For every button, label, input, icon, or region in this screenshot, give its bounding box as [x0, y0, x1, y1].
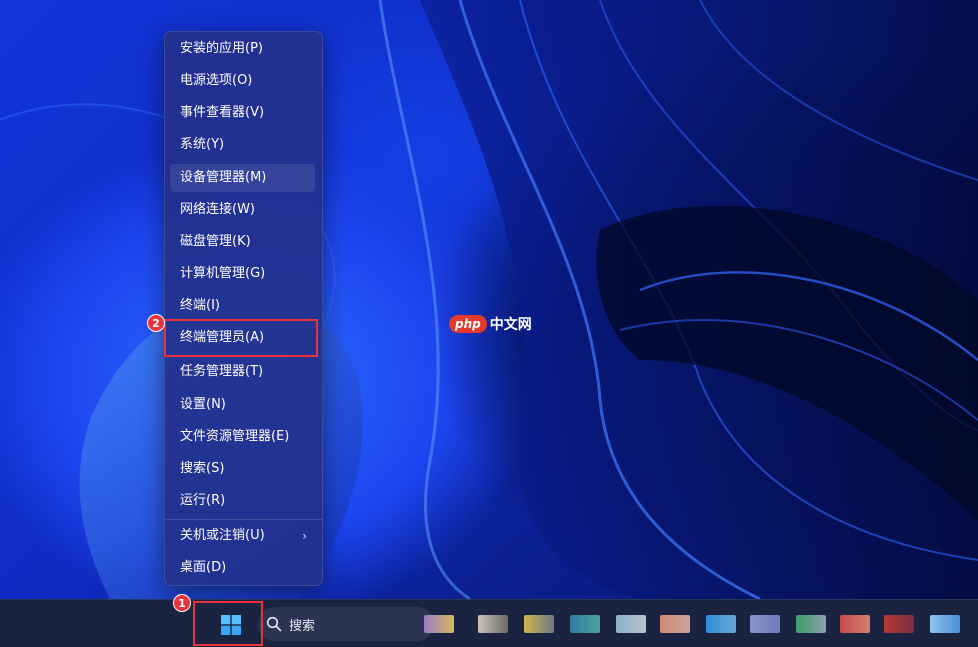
desktop-wallpaper: php 中文网	[0, 0, 978, 599]
highlight-box-start-button	[193, 601, 263, 646]
pinned-app-icon[interactable]	[930, 615, 960, 633]
start-context-menu: 安装的应用(P) 电源选项(O) 事件查看器(V) 系统(Y) 设备管理器(M)…	[164, 31, 323, 586]
menu-item-event-viewer[interactable]: 事件查看器(V)	[170, 99, 315, 127]
pinned-app-icon[interactable]	[478, 615, 508, 633]
watermark-brand: php	[449, 315, 487, 333]
menu-item-network-connections[interactable]: 网络连接(W)	[170, 196, 315, 224]
pinned-app-icon[interactable]	[706, 615, 736, 633]
menu-item-file-explorer[interactable]: 文件资源管理器(E)	[170, 423, 315, 451]
watermark-text: 中文网	[489, 317, 532, 333]
menu-separator	[165, 519, 322, 520]
pinned-app-icon[interactable]	[616, 615, 646, 633]
step-badge-2: 2	[147, 314, 165, 332]
menu-item-settings[interactable]: 设置(N)	[170, 391, 315, 419]
menu-item-shutdown-label: 关机或注销(U)	[180, 528, 265, 543]
wallpaper-swirls	[0, 0, 978, 599]
highlight-box-terminal-admin	[164, 319, 318, 357]
pinned-app-icon[interactable]	[660, 615, 690, 633]
menu-item-power-options[interactable]: 电源选项(O)	[170, 67, 315, 95]
pinned-app-icon[interactable]	[524, 615, 554, 633]
pinned-app-icon[interactable]	[840, 615, 870, 633]
step-badge-1: 1	[173, 594, 191, 612]
chevron-right-icon: ›	[302, 529, 307, 543]
menu-item-device-manager[interactable]: 设备管理器(M)	[170, 164, 315, 192]
taskbar: 搜索	[0, 599, 978, 647]
menu-item-desktop[interactable]: 桌面(D)	[170, 554, 315, 582]
menu-item-terminal[interactable]: 终端(I)	[170, 292, 315, 320]
menu-item-disk-management[interactable]: 磁盘管理(K)	[170, 228, 315, 256]
menu-item-system[interactable]: 系统(Y)	[170, 131, 315, 159]
search-icon	[266, 616, 282, 632]
pinned-app-icon[interactable]	[796, 615, 826, 633]
pinned-app-icon[interactable]	[884, 615, 914, 633]
pinned-app-icon[interactable]	[570, 615, 600, 633]
menu-item-search[interactable]: 搜索(S)	[170, 455, 315, 483]
menu-item-computer-management[interactable]: 计算机管理(G)	[170, 260, 315, 288]
menu-item-shutdown-signout[interactable]: 关机或注销(U) ›	[170, 522, 315, 550]
menu-item-task-manager[interactable]: 任务管理器(T)	[170, 358, 315, 386]
watermark: php 中文网	[449, 314, 532, 334]
pinned-app-icon[interactable]	[750, 615, 780, 633]
pinned-app-icon[interactable]	[424, 615, 454, 633]
taskbar-search-box[interactable]: 搜索	[258, 607, 434, 641]
search-label: 搜索	[289, 618, 316, 634]
menu-item-run[interactable]: 运行(R)	[170, 487, 315, 515]
menu-item-installed-apps[interactable]: 安装的应用(P)	[170, 35, 315, 63]
